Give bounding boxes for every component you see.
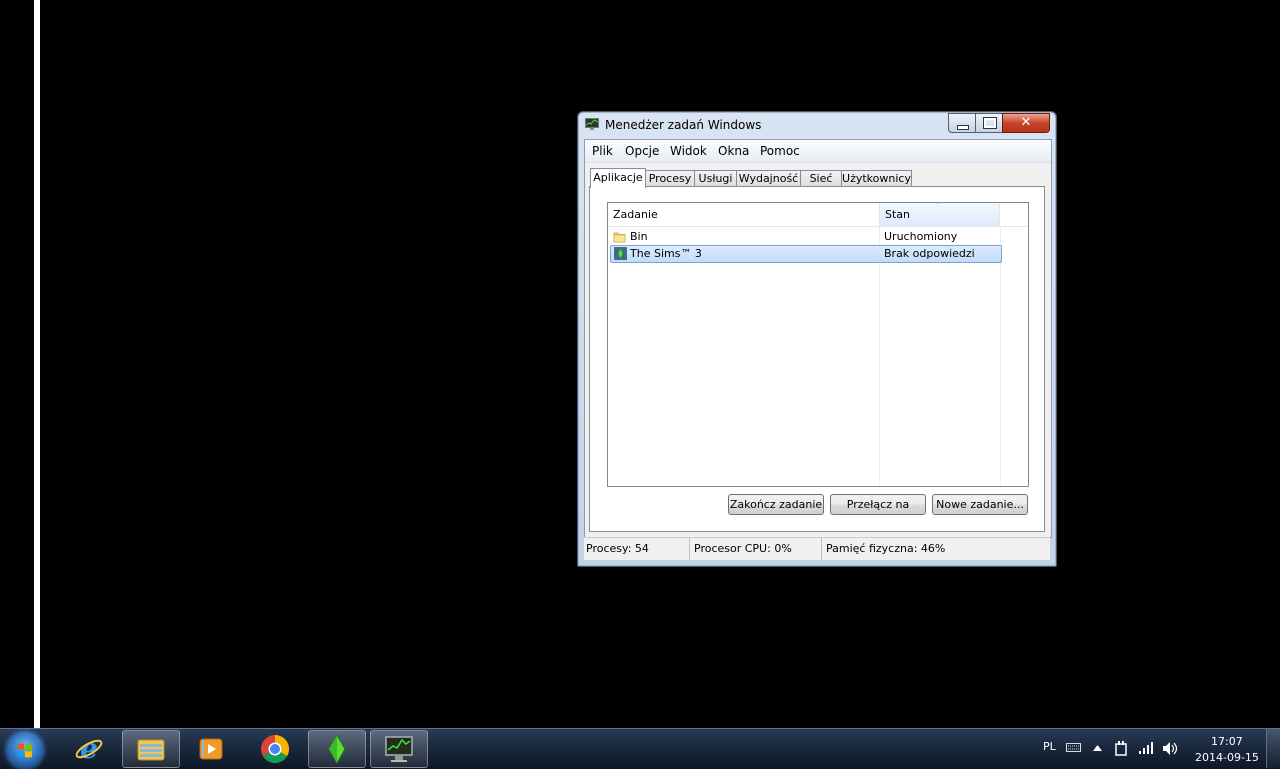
close-button[interactable]: ✕	[1002, 113, 1050, 133]
taskbar-task-manager[interactable]	[370, 730, 428, 768]
language-indicator[interactable]: PL	[1043, 740, 1056, 753]
tab-aplikacje[interactable]: Aplikacje	[590, 168, 646, 188]
clock-date[interactable]: 2014-09-15	[1195, 751, 1259, 764]
table-row[interactable]: Bin Uruchomiony	[610, 229, 1000, 245]
folder-icon	[613, 232, 626, 243]
task-manager-icon	[585, 118, 599, 130]
task-state: Uruchomiony	[884, 230, 958, 243]
internet-explorer-icon: e	[75, 734, 103, 764]
tab-siec[interactable]: Sieć	[800, 170, 842, 187]
task-manager-window[interactable]: Menedżer zadań Windows ✕ Plik Opcje Wido…	[577, 111, 1057, 567]
switch-to-button[interactable]: Przełącz na	[830, 494, 926, 515]
menu-bar: Plik Opcje Widok Okna Pomoc	[585, 140, 1051, 163]
taskbar-file-explorer[interactable]	[122, 730, 180, 768]
start-button[interactable]	[7, 732, 43, 768]
table-row[interactable]: The Sims™ 3 Brak odpowiedzi	[610, 245, 1002, 263]
tab-uslugi[interactable]: Usługi	[694, 170, 737, 187]
chrome-icon	[261, 735, 289, 763]
new-task-button[interactable]: Nowe zadanie...	[932, 494, 1028, 515]
keyboard-icon[interactable]	[1066, 741, 1081, 753]
sims-icon	[328, 734, 346, 764]
volume-icon[interactable]	[1162, 741, 1178, 756]
window-title: Menedżer zadań Windows	[605, 118, 762, 132]
menu-widok[interactable]: Widok	[670, 144, 707, 158]
task-manager-icon	[385, 736, 413, 762]
show-hidden-icons-icon[interactable]	[1093, 745, 1102, 751]
svg-text:e: e	[80, 734, 98, 764]
tab-procesy[interactable]: Procesy	[645, 170, 695, 187]
sort-ascending-icon: ˆ	[936, 202, 941, 212]
column-header-stan-label: Stan	[885, 208, 911, 221]
column-header-zadanie[interactable]: Zadanie	[608, 203, 880, 226]
status-processes: Procesy: 54	[584, 538, 690, 560]
taskbar-chrome[interactable]	[246, 730, 304, 768]
windows-logo-icon	[18, 743, 32, 758]
media-player-icon	[199, 738, 223, 760]
status-bar: Procesy: 54 Procesor CPU: 0% Pamięć fizy…	[584, 537, 1050, 560]
taskbar: e PL 17:07 2014-09-15	[0, 728, 1280, 769]
column-divider	[1000, 226, 1001, 486]
menu-opcje[interactable]: Opcje	[625, 144, 659, 158]
status-cpu: Procesor CPU: 0%	[692, 538, 822, 560]
taskbar-internet-explorer[interactable]: e	[60, 730, 118, 768]
show-desktop-button[interactable]	[1266, 729, 1280, 768]
task-list[interactable]: Zadanie ˆ Stan Bin Uruchomiony The Sims™…	[607, 202, 1029, 487]
column-header-stan[interactable]: ˆ Stan	[880, 203, 1000, 226]
clock-time[interactable]: 17:07	[1211, 735, 1243, 748]
menu-okna[interactable]: Okna	[718, 144, 749, 158]
menu-pomoc[interactable]: Pomoc	[760, 144, 800, 158]
status-memory: Pamięć fizyczna: 46%	[826, 542, 946, 555]
end-task-button[interactable]: Zakończ zadanie	[728, 494, 824, 515]
network-signal-icon[interactable]	[1138, 741, 1154, 755]
menu-plik[interactable]: Plik	[592, 144, 613, 158]
column-divider	[879, 226, 880, 486]
close-icon: ✕	[1020, 115, 1032, 130]
tab-wydajnosc[interactable]: Wydajność	[736, 170, 801, 187]
title-bar[interactable]: Menedżer zadań Windows ✕	[578, 112, 1056, 138]
task-name: The Sims™ 3	[630, 247, 702, 260]
taskbar-sims3[interactable]	[308, 730, 366, 768]
task-name: Bin	[630, 230, 648, 243]
maximize-button[interactable]	[975, 113, 1003, 133]
minimize-button[interactable]	[948, 113, 976, 133]
sims-icon	[614, 247, 627, 260]
battery-plug-icon[interactable]	[1114, 741, 1128, 756]
tab-uzytkownicy[interactable]: Użytkownicy	[841, 170, 912, 187]
white-vertical-line	[34, 0, 40, 730]
list-header: Zadanie ˆ Stan	[608, 203, 1028, 227]
window-client-area: Plik Opcje Widok Okna Pomoc Aplikacje Pr…	[584, 139, 1052, 538]
taskbar-media-player[interactable]	[182, 730, 240, 768]
task-state: Brak odpowiedzi	[884, 247, 975, 260]
applications-panel: Zadanie ˆ Stan Bin Uruchomiony The Sims™…	[589, 186, 1045, 532]
file-explorer-icon	[137, 739, 165, 761]
